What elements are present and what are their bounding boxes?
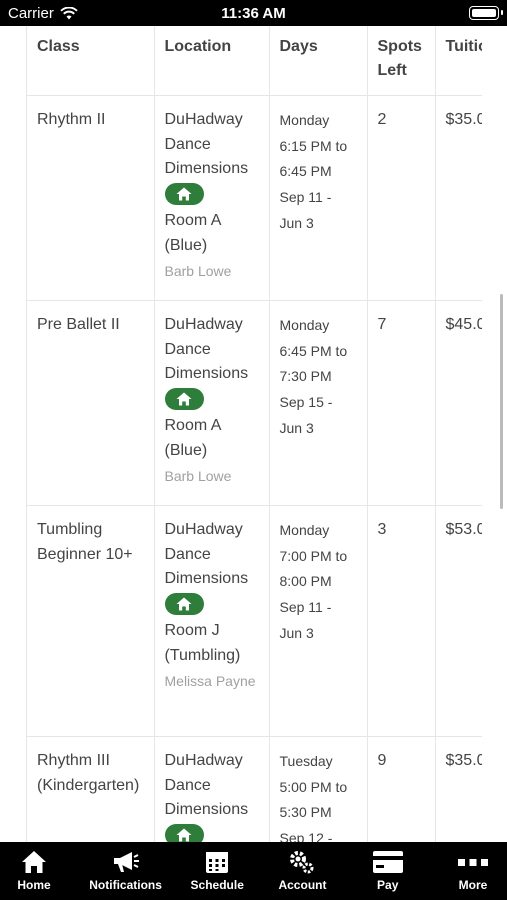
instructor-name: Barb Lowe: [164, 263, 232, 279]
room-name: Room A (Blue): [164, 212, 221, 254]
tuition-value: $35.0: [435, 95, 482, 301]
house-icon: [176, 597, 192, 610]
location-name: DuHadway Dance Dimensions: [164, 316, 249, 382]
ellipsis-icon: [458, 859, 488, 866]
tab-more-label: More: [458, 878, 488, 892]
tab-home-label: Home: [17, 878, 51, 892]
date-range: Sep 11 - Jun 3: [279, 189, 332, 231]
tab-account-label: Account: [278, 878, 327, 892]
credit-card-icon: [372, 851, 403, 873]
location-cell: DuHadway Dance Dimensions: [154, 736, 270, 842]
tab-schedule-label: Schedule: [190, 878, 244, 892]
day-of-week: Monday: [279, 112, 330, 128]
day-of-week: Monday: [279, 522, 330, 538]
house-icon: [176, 187, 192, 200]
day-of-week: Tuesday: [279, 753, 333, 769]
scroll-indicator[interactable]: [500, 294, 503, 509]
location-name: DuHadway Dance Dimensions: [164, 521, 249, 587]
date-range: Sep 12 -: [279, 830, 333, 842]
battery-icon: [469, 6, 503, 20]
location-cell: DuHadway Dance Dimensions Room A (Blue) …: [154, 95, 270, 301]
header-location: Location: [154, 26, 270, 96]
time-range: 6:45 PM to 7:30 PM: [279, 342, 348, 385]
room-name: Room A (Blue): [164, 417, 221, 459]
bottom-tab-bar: Home Notifications Schedule Account Pay …: [0, 842, 507, 900]
tab-notifications-label: Notifications: [89, 878, 162, 892]
tab-notifications[interactable]: Notifications: [89, 842, 162, 900]
instructor-name: Barb Lowe: [164, 468, 232, 484]
day-of-week: Monday: [279, 317, 330, 333]
room-name: Room J (Tumbling): [164, 622, 241, 664]
class-name: Rhythm III (Kindergarten): [27, 736, 155, 842]
home-location-badge[interactable]: [164, 182, 204, 205]
class-name: Pre Ballet II: [27, 300, 155, 506]
header-class: Class: [27, 26, 155, 96]
location-cell: DuHadway Dance Dimensions Room A (Blue) …: [154, 300, 270, 506]
time-range: 6:15 PM to 6:45 PM: [279, 137, 348, 180]
home-location-badge[interactable]: [164, 387, 204, 410]
table-row[interactable]: Rhythm II DuHadway Dance Dimensions Room…: [27, 95, 482, 301]
days-cell: Monday 6:15 PM to 6:45 PM Sep 11 - Jun 3: [269, 95, 368, 301]
status-bar: Carrier 11:36 AM: [0, 0, 507, 26]
days-cell: Tuesday 5:00 PM to 5:30 PM Sep 12 -: [269, 736, 368, 842]
table-row[interactable]: Tumbling Beginner 10+ DuHadway Dance Dim…: [27, 505, 482, 737]
location-cell: DuHadway Dance Dimensions Room J (Tumbli…: [154, 505, 270, 737]
location-name: DuHadway Dance Dimensions: [164, 111, 249, 177]
tab-account[interactable]: Account: [272, 842, 332, 900]
house-icon: [22, 851, 46, 873]
date-range: Sep 11 - Jun 3: [279, 599, 332, 641]
days-cell: Monday 6:45 PM to 7:30 PM Sep 15 - Jun 3: [269, 300, 368, 506]
instructor-name: Melissa Payne: [164, 673, 256, 689]
tab-pay-label: Pay: [377, 878, 399, 892]
tab-more[interactable]: More: [443, 842, 503, 900]
clock: 11:36 AM: [221, 5, 286, 22]
megaphone-icon: [113, 852, 139, 872]
time-range: 5:00 PM to 5:30 PM: [279, 778, 348, 821]
calendar-icon: [206, 852, 229, 873]
spots-left: 7: [367, 300, 436, 506]
table-row[interactable]: Rhythm III (Kindergarten) DuHadway Dance…: [27, 736, 482, 842]
home-location-badge[interactable]: [164, 823, 204, 842]
table-header-row: Class Location Days Spots Left Tuitio: [27, 26, 482, 96]
spots-left: 2: [367, 95, 436, 301]
home-location-badge[interactable]: [164, 592, 204, 615]
tuition-value: $45.0: [435, 300, 482, 506]
spots-left: 3: [367, 505, 436, 737]
house-icon: [176, 392, 192, 405]
tab-schedule[interactable]: Schedule: [187, 842, 247, 900]
schedule-content[interactable]: Class Location Days Spots Left Tuitio Rh…: [0, 26, 507, 842]
time-range: 7:00 PM to 8:00 PM: [279, 547, 348, 590]
class-name: Tumbling Beginner 10+: [27, 505, 155, 737]
tab-pay[interactable]: Pay: [358, 842, 418, 900]
class-table-container[interactable]: Class Location Days Spots Left Tuitio Rh…: [26, 26, 482, 842]
header-tuition: Tuitio: [435, 26, 482, 96]
date-range: Sep 15 - Jun 3: [279, 394, 333, 436]
tuition-value: $53.0: [435, 505, 482, 737]
header-spots-left: Spots Left: [367, 26, 436, 96]
house-icon: [176, 828, 192, 841]
class-name: Rhythm II: [27, 95, 155, 301]
spots-left: 9: [367, 736, 436, 842]
gears-icon: [290, 851, 314, 874]
days-cell: Monday 7:00 PM to 8:00 PM Sep 11 - Jun 3: [269, 505, 368, 737]
location-name: DuHadway Dance Dimensions: [164, 752, 249, 818]
table-row[interactable]: Pre Ballet II DuHadway Dance Dimensions …: [27, 300, 482, 506]
tuition-value: $35.0: [435, 736, 482, 842]
header-days: Days: [269, 26, 368, 96]
class-table: Class Location Days Spots Left Tuitio Rh…: [27, 26, 482, 842]
tab-home[interactable]: Home: [4, 842, 64, 900]
